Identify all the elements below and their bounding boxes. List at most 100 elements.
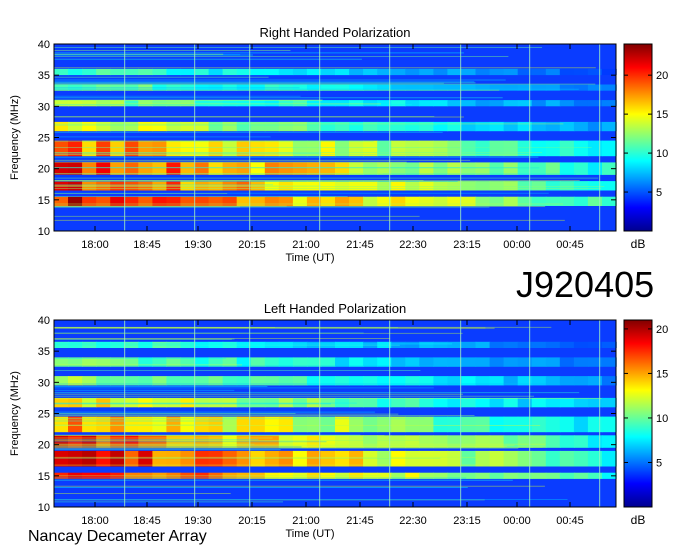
- emission-band-cell: [363, 121, 378, 132]
- noise-streak: [54, 343, 453, 345]
- colorbar: [623, 319, 653, 508]
- emission-band-cell: [475, 100, 491, 107]
- emission-band-cell: [503, 68, 519, 76]
- emission-band-cell: [320, 357, 336, 367]
- noise-streak: [54, 439, 259, 441]
- noise-streak: [54, 332, 463, 334]
- emission-band-cell: [531, 162, 547, 175]
- noise-streak: [54, 457, 441, 459]
- emission-band-cell: [68, 121, 83, 132]
- emission-band-cell: [587, 68, 603, 76]
- interference-line: [124, 44, 126, 231]
- interference-line: [599, 320, 601, 507]
- emission-band-cell: [194, 357, 210, 367]
- emission-band-cell: [531, 140, 547, 157]
- noise-streak: [54, 173, 383, 174]
- emission-band-cell: [602, 435, 617, 448]
- emission-band-cell: [180, 397, 196, 408]
- emission-band-cell: [208, 100, 224, 107]
- emission-band-cell: [124, 68, 139, 76]
- emission-band-cell: [110, 68, 125, 76]
- emission-band-cell: [292, 100, 308, 107]
- noise-streak: [54, 192, 549, 194]
- emission-band-cell: [180, 121, 196, 132]
- emission-band-cell: [587, 472, 603, 479]
- emission-band-cell: [587, 450, 603, 467]
- emission-band-cell: [250, 100, 266, 107]
- emission-band-cell: [138, 357, 153, 367]
- emission-band-cell: [278, 196, 294, 206]
- emission-band-cell: [405, 196, 420, 206]
- emission-band-cell: [349, 100, 364, 107]
- emission-band-cell: [573, 357, 589, 367]
- emission-band-cell: [320, 162, 336, 175]
- emission-band-cell: [419, 357, 434, 367]
- emission-band-cell: [54, 450, 69, 467]
- emission-band-cell: [54, 100, 69, 107]
- emission-band-cell: [180, 196, 196, 206]
- y-tick-label: 35: [38, 70, 50, 82]
- emission-band-cell: [391, 357, 406, 367]
- interference-line: [319, 44, 321, 231]
- emission-band-cell: [405, 450, 420, 467]
- emission-band-cell: [138, 140, 153, 157]
- emission-band-cell: [503, 341, 519, 348]
- emission-band-cell: [110, 162, 125, 175]
- emission-band-cell: [180, 162, 196, 175]
- emission-band-cell: [573, 121, 589, 132]
- emission-band-cell: [489, 196, 505, 206]
- emission-band-cell: [461, 68, 477, 76]
- x-axis-label: Time (UT): [285, 528, 334, 540]
- emission-band-cell: [82, 121, 97, 132]
- emission-band-cell: [82, 162, 97, 175]
- noise-streak: [54, 81, 475, 83]
- emission-band-cell: [349, 450, 364, 467]
- emission-band-cell: [208, 162, 224, 175]
- emission-band-cell: [447, 162, 463, 175]
- noise-streak: [54, 205, 287, 207]
- emission-band-cell: [531, 68, 547, 76]
- x-tick-label: 18:45: [133, 515, 161, 527]
- emission-band-cell: [531, 100, 547, 107]
- emission-band-cell: [363, 100, 378, 107]
- x-tick-label: 22:30: [399, 515, 427, 527]
- emission-band-cell: [559, 196, 575, 206]
- emission-band-cell: [461, 450, 477, 467]
- emission-band-cell: [363, 435, 378, 448]
- emission-band-cell: [475, 397, 491, 408]
- emission-band-cell: [222, 140, 238, 157]
- emission-band-cell: [587, 435, 603, 448]
- x-tick-label: 23:15: [453, 239, 481, 251]
- noise-streak: [54, 386, 268, 387]
- emission-band-cell: [405, 435, 420, 448]
- emission-band-cell: [222, 397, 238, 408]
- emission-band-cell: [545, 435, 561, 448]
- emission-band-cell: [194, 450, 210, 467]
- emission-band-cell: [573, 341, 589, 348]
- emission-band-cell: [152, 162, 168, 175]
- emission-band-cell: [461, 435, 477, 448]
- emission-band-cell: [405, 357, 420, 367]
- noise-streak: [54, 87, 300, 89]
- interference-line: [460, 320, 462, 507]
- emission-band-cell: [292, 140, 308, 157]
- emission-band-cell: [531, 472, 547, 479]
- noise-streak: [54, 415, 475, 416]
- emission-band-cell: [124, 121, 139, 132]
- emission-band-cell: [166, 140, 182, 157]
- emission-band-cell: [264, 397, 280, 408]
- x-tick-label: 21:00: [292, 239, 320, 251]
- emission-band-cell: [320, 84, 336, 91]
- emission-band-cell: [545, 121, 561, 132]
- emission-band-cell: [602, 357, 617, 367]
- noise-streak: [54, 88, 579, 90]
- chart-title: Left Handed Polarization: [264, 301, 406, 316]
- emission-band-cell: [208, 121, 224, 132]
- emission-band-cell: [391, 84, 406, 91]
- emission-band-cell: [602, 84, 617, 91]
- emission-band-cell: [264, 162, 280, 175]
- emission-band-cell: [222, 68, 238, 76]
- emission-band-cell: [292, 162, 308, 175]
- emission-band-cell: [278, 357, 294, 367]
- emission-band-cell: [68, 196, 83, 206]
